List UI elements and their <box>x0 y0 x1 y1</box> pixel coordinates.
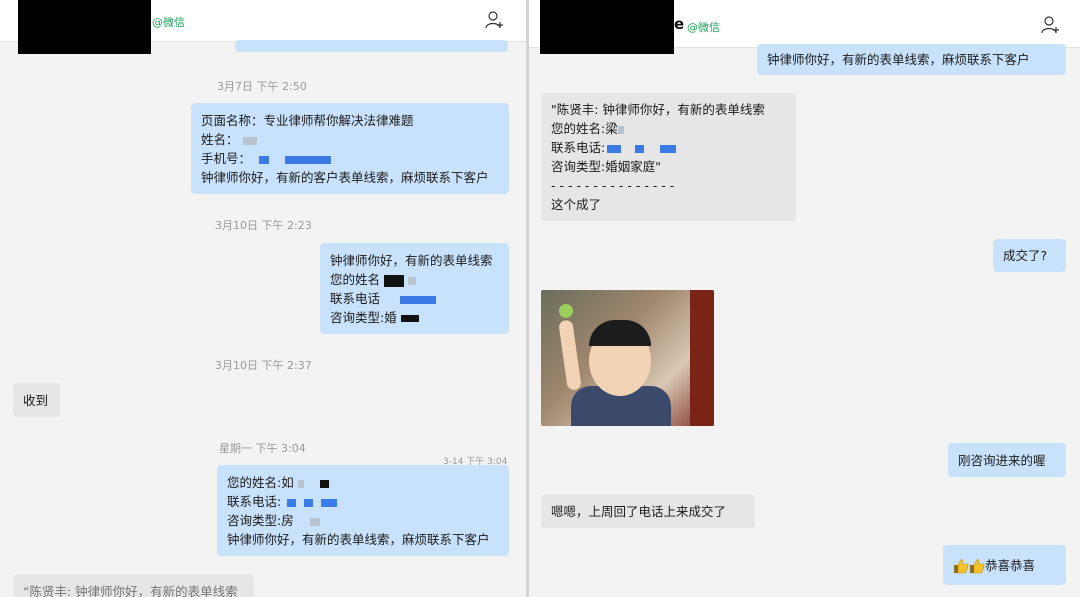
pixelated-redaction <box>259 155 270 164</box>
timestamp: 3月10日 下午 2:23 <box>215 219 312 232</box>
message-bubble[interactable]: 恭喜恭喜 <box>943 545 1066 585</box>
message-text: 手机号： <box>201 149 499 168</box>
wechat-tag: @微信 <box>152 16 185 29</box>
message-text: 您的姓名 <box>330 270 499 289</box>
chat-header: @微信 <box>0 0 526 54</box>
message-text: 钟律师你好，有新的表单线索，麻烦联系下客户 <box>227 532 490 547</box>
message-bubble[interactable]: 钟律师你好，有新的表单线索 您的姓名 联系电话 咨询类型:婚 <box>320 243 509 334</box>
redacted-contact-name <box>540 0 674 54</box>
message-text: 这个成了 <box>551 197 602 212</box>
message-bubble[interactable]: 收到 <box>13 383 60 417</box>
message-bubble-partial[interactable]: “陈贤丰: 钟律师你好，有新的表单线索 <box>13 574 254 597</box>
message-separator: - - - - - - - - - - - - - - - <box>551 178 675 193</box>
pixelated-redaction <box>660 144 677 153</box>
timestamp: 3月7日 下午 2:50 <box>217 80 307 93</box>
message-bubble[interactable]: 嗯嗯，上周回了电话上来成交了 <box>541 494 755 528</box>
pixelated-redaction <box>384 274 405 287</box>
message-text: 联系电话 <box>330 289 499 308</box>
message-text: 恭喜恭喜 <box>985 558 1036 573</box>
pixelated-redaction <box>321 498 338 507</box>
photo-subject-hair <box>589 320 651 346</box>
message-text: 页面名称：专业律师帮你解决法律难题 <box>201 113 414 128</box>
message-text: 咨询类型:房 <box>227 511 499 530</box>
message-text: 钟律师你好，有新的客户表单线索，麻烦联系下客户 <box>201 170 489 185</box>
left-chat-pane: @微信 3月7日 下午 2:50 页面名称：专业律师帮你解决法律难题 姓名： 手… <box>0 0 526 597</box>
pixelated-redaction <box>285 155 332 164</box>
pixelated-redaction <box>617 125 624 134</box>
wechat-tag: @微信 <box>687 21 720 34</box>
message-text: 您的姓名:如 <box>227 473 499 492</box>
photo-message[interactable] <box>541 290 714 426</box>
pixelated-redaction <box>304 498 314 507</box>
message-bubble[interactable]: 您的姓名:如 联系电话: 咨询类型:房 钟律师你好，有新的表单线索，麻烦联系下客… <box>217 465 509 556</box>
thumbs-up-icon <box>954 558 969 573</box>
message-text: 钟律师你好，有新的表单线索 <box>330 253 493 268</box>
pixelated-redaction <box>607 144 622 153</box>
pixelated-redaction <box>400 295 437 304</box>
message-bubble[interactable]: 成交了? <box>993 239 1066 272</box>
photo-background <box>690 290 714 426</box>
message-text: 咨询类型:婚姻家庭" <box>551 159 661 174</box>
message-text: 您的姓名:梁 <box>551 119 786 138</box>
pixelated-redaction <box>297 479 304 488</box>
add-contact-icon[interactable] <box>485 10 505 30</box>
timestamp: 星期一 下午 3:04 <box>219 442 306 455</box>
thumbs-up-icon <box>970 558 985 573</box>
pixelated-redaction <box>408 276 417 285</box>
lollipop-icon <box>559 304 573 318</box>
pixelated-redaction <box>635 144 645 153</box>
contact-name-tail: e <box>674 15 685 33</box>
message-bubble[interactable]: 钟律师你好，有新的表单线索，麻烦联系下客户 <box>757 44 1066 75</box>
add-contact-icon[interactable] <box>1041 15 1061 35</box>
timestamp: 3月10日 下午 2:37 <box>215 359 312 372</box>
message-text: 联系电话: <box>551 138 786 157</box>
pixelated-redaction <box>400 315 419 322</box>
chat-header: e @微信 <box>529 0 1080 54</box>
redacted-contact-name <box>18 0 151 54</box>
photo-subject-arm <box>558 319 582 391</box>
message-text: 咨询类型:婚 <box>330 308 499 327</box>
pixelated-redaction <box>319 479 329 488</box>
message-bubble[interactable]: "陈贤丰: 钟律师你好，有新的表单线索 您的姓名:梁 联系电话: 咨询类型:婚姻… <box>541 93 796 221</box>
message-bubble[interactable]: 刚咨询进来的喔 <box>948 443 1066 477</box>
message-bubble-partial <box>235 40 508 52</box>
pixelated-redaction <box>287 498 297 507</box>
message-bubble[interactable]: 页面名称：专业律师帮你解决法律难题 姓名： 手机号： 钟律师你好，有新的客户表单… <box>191 103 509 194</box>
message-text: 姓名： <box>201 130 499 149</box>
message-text: "陈贤丰: 钟律师你好，有新的表单线索 <box>551 102 765 117</box>
right-chat-pane: e @微信 钟律师你好，有新的表单线索，麻烦联系下客户 "陈贤丰: 钟律师你好，… <box>529 0 1080 597</box>
pixelated-redaction <box>242 136 257 145</box>
pixelated-redaction <box>309 517 320 526</box>
message-text: 联系电话: <box>227 492 499 511</box>
